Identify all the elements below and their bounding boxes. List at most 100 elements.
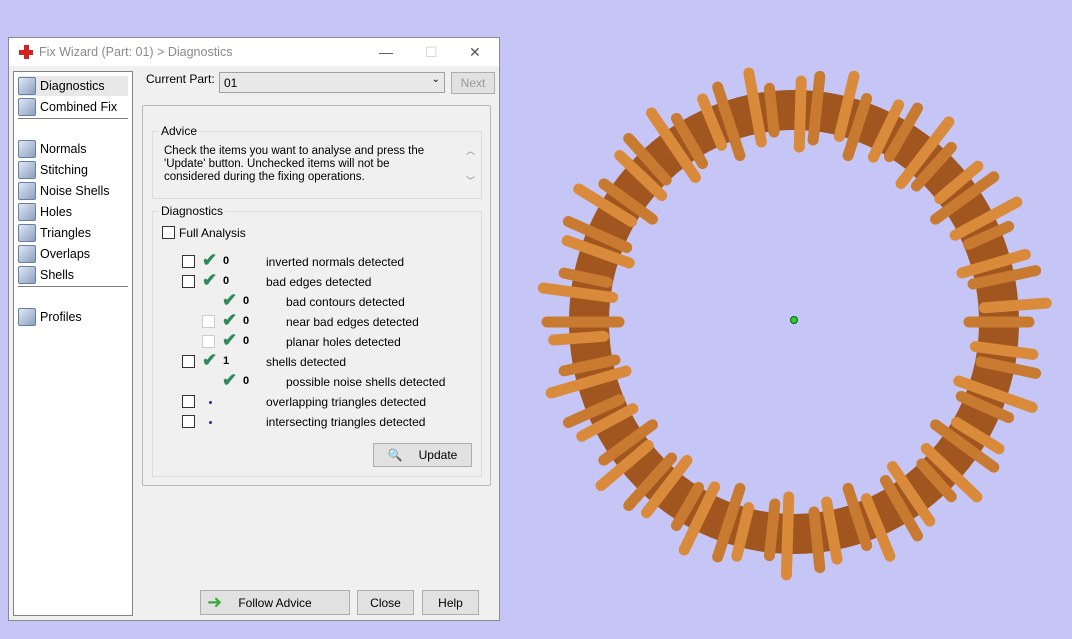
row-checkbox[interactable] — [182, 415, 195, 428]
maximize-button[interactable]: ☐ — [425, 44, 438, 61]
cylinder-pin — [807, 70, 826, 146]
help-button[interactable]: Help — [422, 590, 479, 615]
cylinder-pin — [712, 482, 746, 563]
row-value: 0 — [223, 255, 230, 267]
cylinder-pin — [623, 132, 672, 186]
cylinder-pin — [671, 481, 704, 532]
row-label: planar holes detected — [286, 335, 401, 349]
stitching-icon — [18, 161, 36, 179]
cylinder-pin — [743, 67, 767, 148]
full-analysis-label: Full Analysis — [179, 226, 246, 240]
sidebar-item-label: Stitching — [40, 163, 88, 177]
cylinder-pin — [614, 149, 668, 202]
cylinder-pin — [562, 394, 626, 428]
check-icon: ✔ — [202, 250, 218, 270]
close-window-button[interactable]: ✕ — [469, 44, 481, 61]
title-bar: Fix Wizard (Part: 01) > Diagnostics — ☐ … — [9, 38, 499, 66]
update-button[interactable]: 🔍 Update — [373, 443, 472, 467]
current-part-label: Current Part: — [146, 72, 215, 86]
cylinder-pin — [678, 481, 721, 556]
sidebar-divider — [18, 286, 128, 287]
holes-icon — [18, 203, 36, 221]
follow-advice-button[interactable]: ➜ Follow Advice — [200, 590, 350, 615]
advice-text: Check the items you want to analyse and … — [164, 145, 425, 183]
cylinder-pin — [975, 356, 1042, 379]
noise-shells-icon — [18, 182, 36, 200]
row-label: intersecting triangles detected — [266, 415, 426, 429]
row-label: shells detected — [266, 355, 347, 369]
sidebar-item-label: Noise Shells — [40, 184, 110, 198]
scroll-up-icon[interactable]: ︿ — [466, 144, 475, 157]
pending-dot-icon — [209, 401, 212, 404]
cylinder-pin — [671, 112, 708, 170]
cylinder-pin — [598, 419, 658, 466]
cylinder-pin — [545, 365, 632, 399]
full-analysis-checkbox[interactable] — [162, 226, 175, 239]
row-checkbox[interactable] — [182, 255, 195, 268]
sidebar-item-noise-shells[interactable]: Noise Shells — [18, 181, 128, 201]
cylinder-pin — [576, 403, 639, 442]
sidebar-item-combined-fix[interactable]: Combined Fix — [18, 97, 128, 117]
sidebar-item-holes[interactable]: Holes — [18, 202, 128, 222]
check-icon: ✔ — [202, 270, 218, 290]
cylinder-pin — [537, 282, 619, 303]
cylinder-pin — [763, 498, 781, 562]
row-checkbox[interactable] — [202, 335, 215, 348]
profiles-icon — [18, 308, 36, 326]
sidebar-item-normals[interactable]: Normals — [18, 139, 128, 159]
fix-wizard-dialog: Fix Wizard (Part: 01) > Diagnostics — ☐ … — [8, 37, 500, 621]
cylinder-pin — [712, 81, 746, 162]
row-label: bad contours detected — [286, 295, 405, 309]
follow-advice-label: Follow Advice — [238, 595, 312, 610]
sidebar-item-triangles[interactable]: Triangles — [18, 223, 128, 243]
current-part-select[interactable]: 01 ⌄ — [219, 72, 445, 93]
magnifier-icon: 🔍 — [387, 448, 403, 462]
cylinder-pin — [821, 496, 843, 565]
sidebar-item-label: Holes — [40, 205, 72, 219]
cylinder-pin — [967, 265, 1042, 290]
cylinder-pin — [763, 82, 780, 138]
check-icon: ✔ — [222, 370, 238, 390]
sidebar-item-profiles[interactable]: Profiles — [18, 307, 128, 327]
triangles-icon — [18, 224, 36, 242]
minimize-button[interactable]: — — [379, 44, 393, 60]
sidebar-item-label: Normals — [40, 142, 87, 156]
arrow-right-icon: ➜ — [207, 592, 223, 612]
cylinder-pin — [962, 220, 1015, 250]
row-label: bad edges detected — [266, 275, 372, 289]
sidebar-item-diagnostics[interactable]: Diagnostics — [18, 76, 128, 96]
cylinder-pin — [808, 506, 826, 574]
cylinder-pin — [955, 390, 1015, 424]
cylinder-pin — [562, 216, 633, 254]
sidebar-item-overlaps[interactable]: Overlaps — [18, 244, 128, 264]
cylinder-pin — [950, 416, 1005, 455]
row-checkbox[interactable] — [202, 315, 215, 328]
overlaps-icon — [18, 245, 36, 263]
sidebar-item-stitching[interactable]: Stitching — [18, 160, 128, 180]
sidebar-item-shells[interactable]: Shells — [18, 265, 128, 285]
pivot-point-icon — [790, 316, 798, 324]
row-checkbox[interactable] — [182, 275, 195, 288]
row-checkbox[interactable] — [182, 355, 195, 368]
row-value: 0 — [223, 275, 230, 287]
sidebar-item-label: Combined Fix — [40, 100, 118, 114]
app-cross-icon — [19, 45, 33, 59]
cylinder-pin — [842, 93, 873, 162]
row-label: inverted normals detected — [266, 255, 405, 269]
cylinder-pin — [969, 341, 1039, 360]
cylinder-pin — [978, 297, 1052, 314]
pending-dot-icon — [209, 421, 212, 424]
next-button[interactable]: Next — [451, 72, 495, 94]
row-checkbox[interactable] — [182, 395, 195, 408]
check-icon: ✔ — [222, 290, 238, 310]
row-value: 0 — [243, 315, 250, 327]
chevron-down-icon: ⌄ — [431, 74, 440, 85]
scroll-down-icon[interactable]: ﹀ — [466, 174, 475, 187]
close-button[interactable]: Close — [357, 590, 414, 615]
update-label: Update — [418, 448, 458, 462]
cylinder-pin — [641, 454, 693, 519]
row-label: near bad edges detected — [286, 315, 419, 329]
cylinder-pin — [920, 442, 983, 503]
cylinder-pin — [595, 439, 654, 492]
cylinder-pin — [548, 330, 610, 346]
